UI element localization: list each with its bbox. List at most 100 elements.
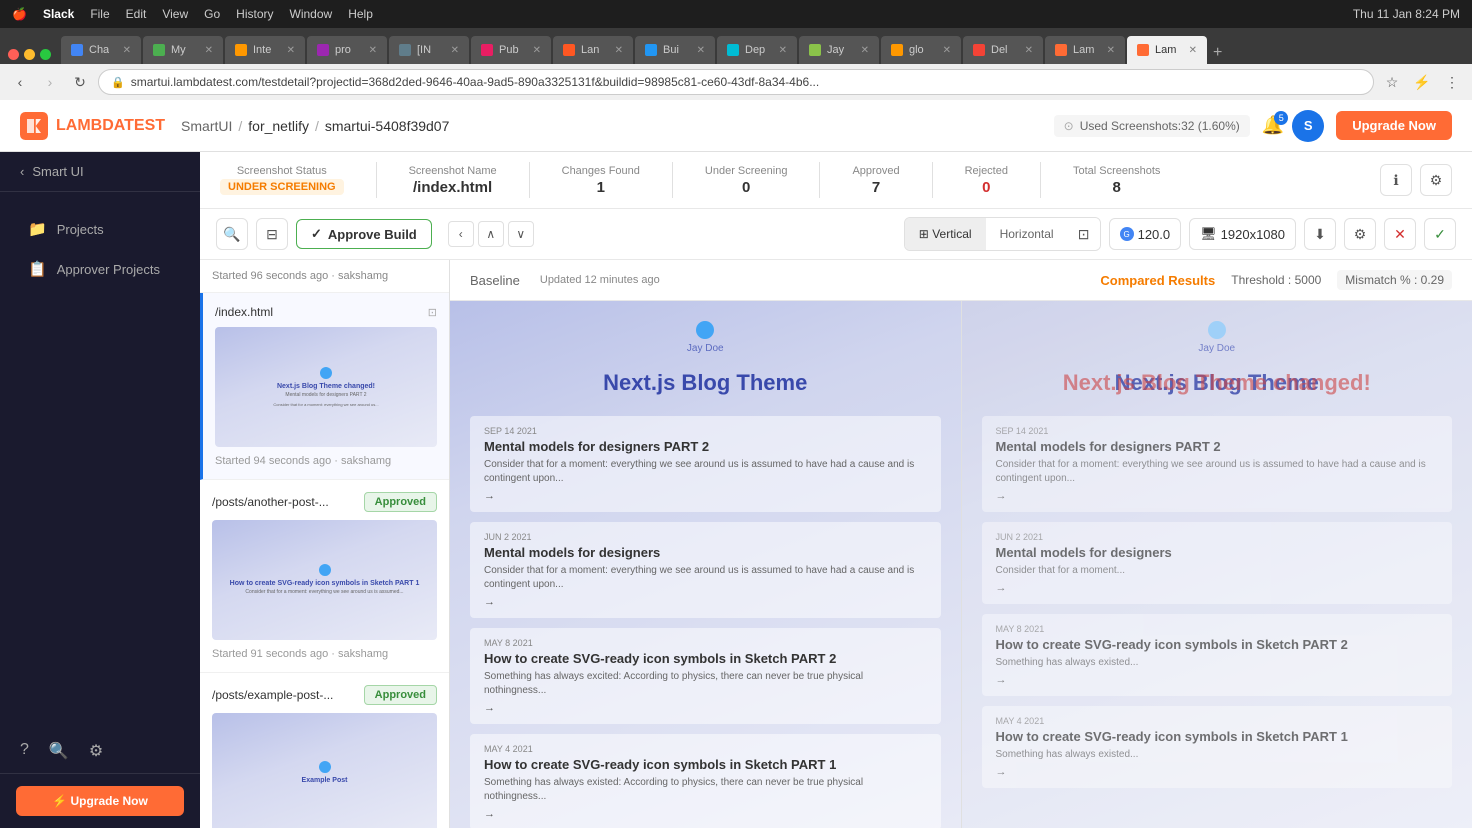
info-btn[interactable]: ℹ [1380,164,1412,196]
stat-under-screening: Under Screening 0 [705,165,788,196]
post-2-arrow-compared: → [996,674,1439,686]
screenshot-item-0[interactable]: /index.html ⊡ Next.js Blog Theme changed… [200,293,449,480]
adjust-btn[interactable]: ⚙ [1344,218,1376,250]
resolution-btn[interactable]: 🖥 1920x1080 [1189,218,1296,250]
user-avatar[interactable]: S [1292,110,1324,142]
copy-link-btn[interactable]: ⊡ [1068,218,1100,250]
stat-name-value: /index.html [413,179,492,196]
search-icon-btn[interactable]: 🔍 [49,741,69,761]
upgrade-now-btn[interactable]: Upgrade Now [1336,111,1452,140]
tab-in[interactable]: [IN✕ [389,36,469,64]
menu-file[interactable]: File [90,7,109,21]
reject-btn[interactable]: ✕ [1384,218,1416,250]
stat-divider-2 [529,162,530,198]
item-2-header: /posts/example-post-... Approved [212,685,437,705]
stats-row: Screenshot Status UNDER SCREENING Screen… [200,152,1472,209]
item-0-dot [320,367,332,379]
tab-lan[interactable]: Lan✕ [553,36,633,64]
nav-arrows-toolbar: ‹ ∧ ∨ [448,221,534,247]
back-btn[interactable]: ‹ [8,70,32,94]
tab-lam2[interactable]: Lam✕ [1127,36,1207,64]
mac-topbar: 🍎 Slack File Edit View Go History Window… [0,0,1472,28]
stat-status-label: Screenshot Status [237,165,327,177]
menu-slack[interactable]: Slack [43,7,74,21]
tab-jay[interactable]: Jay✕ [799,36,879,64]
menu-view[interactable]: View [162,7,188,21]
forward-btn[interactable]: › [38,70,62,94]
star-btn[interactable]: ☆ [1380,70,1404,94]
prev-screenshot-btn[interactable]: ‹ [448,221,474,247]
sidebar-item-approver[interactable]: 📋 Approver Projects [8,250,192,288]
copy-icon-0[interactable]: ⊡ [428,306,437,319]
tab-my[interactable]: My✕ [143,36,223,64]
window-close[interactable] [8,49,19,60]
item-1-title: How to create SVG-ready icon symbols in … [230,580,420,587]
extensions-btn[interactable]: ⚡ [1410,70,1434,94]
more-btn[interactable]: ⋮ [1440,70,1464,94]
content-area: Screenshot Status UNDER SCREENING Screen… [200,152,1472,828]
stat-screening-label: Under Screening [705,165,788,177]
approve-build-btn[interactable]: ✓ Approve Build [296,219,432,249]
tab-pub[interactable]: Pub✕ [471,36,551,64]
tab-cha[interactable]: Cha✕ [61,36,141,64]
tab-pro[interactable]: pro✕ [307,36,387,64]
tab-del[interactable]: Del✕ [963,36,1043,64]
refresh-btn[interactable]: ↻ [68,70,92,94]
screenshots-count: Used Screenshots:32 (1.60%) [1080,119,1240,133]
tab-dep[interactable]: Dep✕ [717,36,797,64]
search-toolbar-btn[interactable]: 🔍 [216,218,248,250]
stat-approved-value: 7 [872,179,880,196]
blog-user-area-baseline: Jay Doe [470,321,941,354]
horizontal-view-btn[interactable]: Horizontal [986,218,1068,250]
stat-changes-found: Changes Found 1 [562,165,640,196]
stat-total-value: 8 [1113,179,1121,196]
post-0-text-baseline: Consider that for a moment: everything w… [484,458,927,486]
menu-window[interactable]: Window [290,7,333,21]
tab-inte[interactable]: Inte✕ [225,36,305,64]
collapse-btn[interactable]: ∧ [478,221,504,247]
window-minimize[interactable] [24,49,35,60]
tab-lam1[interactable]: Lam✕ [1045,36,1125,64]
settings-stats-btn[interactable]: ⚙ [1420,164,1452,196]
sidebar-item-projects[interactable]: 📁 Projects [8,210,192,248]
address-bar[interactable]: 🔒 smartui.lambdatest.com/testdetail?proj… [98,69,1374,95]
post-1-title-baseline: Mental models for designers [484,545,927,560]
expand-btn[interactable]: ∨ [508,221,534,247]
item-1-thumb: How to create SVG-ready icon symbols in … [212,520,437,640]
menu-history[interactable]: History [236,7,273,21]
stat-divider-4 [819,162,820,198]
sidebar-projects-label: Projects [57,222,104,237]
post-3-arrow-baseline: → [484,808,927,820]
blog-post-0-baseline: SEP 14 2021 Mental models for designers … [470,416,941,512]
vertical-view-btn[interactable]: ⊞ Vertical [905,218,986,250]
download-btn[interactable]: ⬇ [1304,218,1336,250]
tab-bui[interactable]: Bui✕ [635,36,715,64]
help-icon-btn[interactable]: ? [20,741,29,761]
screenshot-item-2[interactable]: /posts/example-post-... Approved Example… [200,673,449,828]
blog-user-area-compared: Jay Doe [982,321,1453,354]
stat-name-label: Screenshot Name [409,165,497,177]
sidebar-footer: ⚡ Upgrade Now [0,773,200,828]
approve-icon-btn[interactable]: ✓ [1424,218,1456,250]
stat-total: Total Screenshots 8 [1073,165,1160,196]
filter-btn[interactable]: ⊟ [256,218,288,250]
blog-post-2-compared: MAY 8 2021 How to create SVG-ready icon … [982,614,1453,696]
item-1-meta: Started 91 seconds ago · sakshamg [212,648,437,660]
stat-divider-5 [932,162,933,198]
post-3-title-compared: How to create SVG-ready icon symbols in … [996,729,1439,744]
sidebar-back-btn[interactable]: ‹ Smart UI [0,152,200,192]
window-maximize[interactable] [40,49,51,60]
item-1-name: /posts/another-post-... [212,495,329,509]
breadcrumb-sep2: / [315,118,319,134]
menu-go[interactable]: Go [204,7,220,21]
settings-icon-btn[interactable]: ⚙ [89,741,103,761]
notifications-btn[interactable]: 🔔 5 [1262,115,1284,136]
post-0-text-compared: Consider that for a moment: everything w… [996,458,1439,486]
item-1-preview: How to create SVG-ready icon symbols in … [212,520,437,640]
menu-help[interactable]: Help [348,7,373,21]
menu-edit[interactable]: Edit [126,7,147,21]
screenshot-item-1[interactable]: /posts/another-post-... Approved How to … [200,480,449,673]
sidebar-upgrade-btn[interactable]: ⚡ Upgrade Now [16,786,184,816]
new-tab-btn[interactable]: + [1213,44,1222,62]
tab-glo[interactable]: glo✕ [881,36,961,64]
